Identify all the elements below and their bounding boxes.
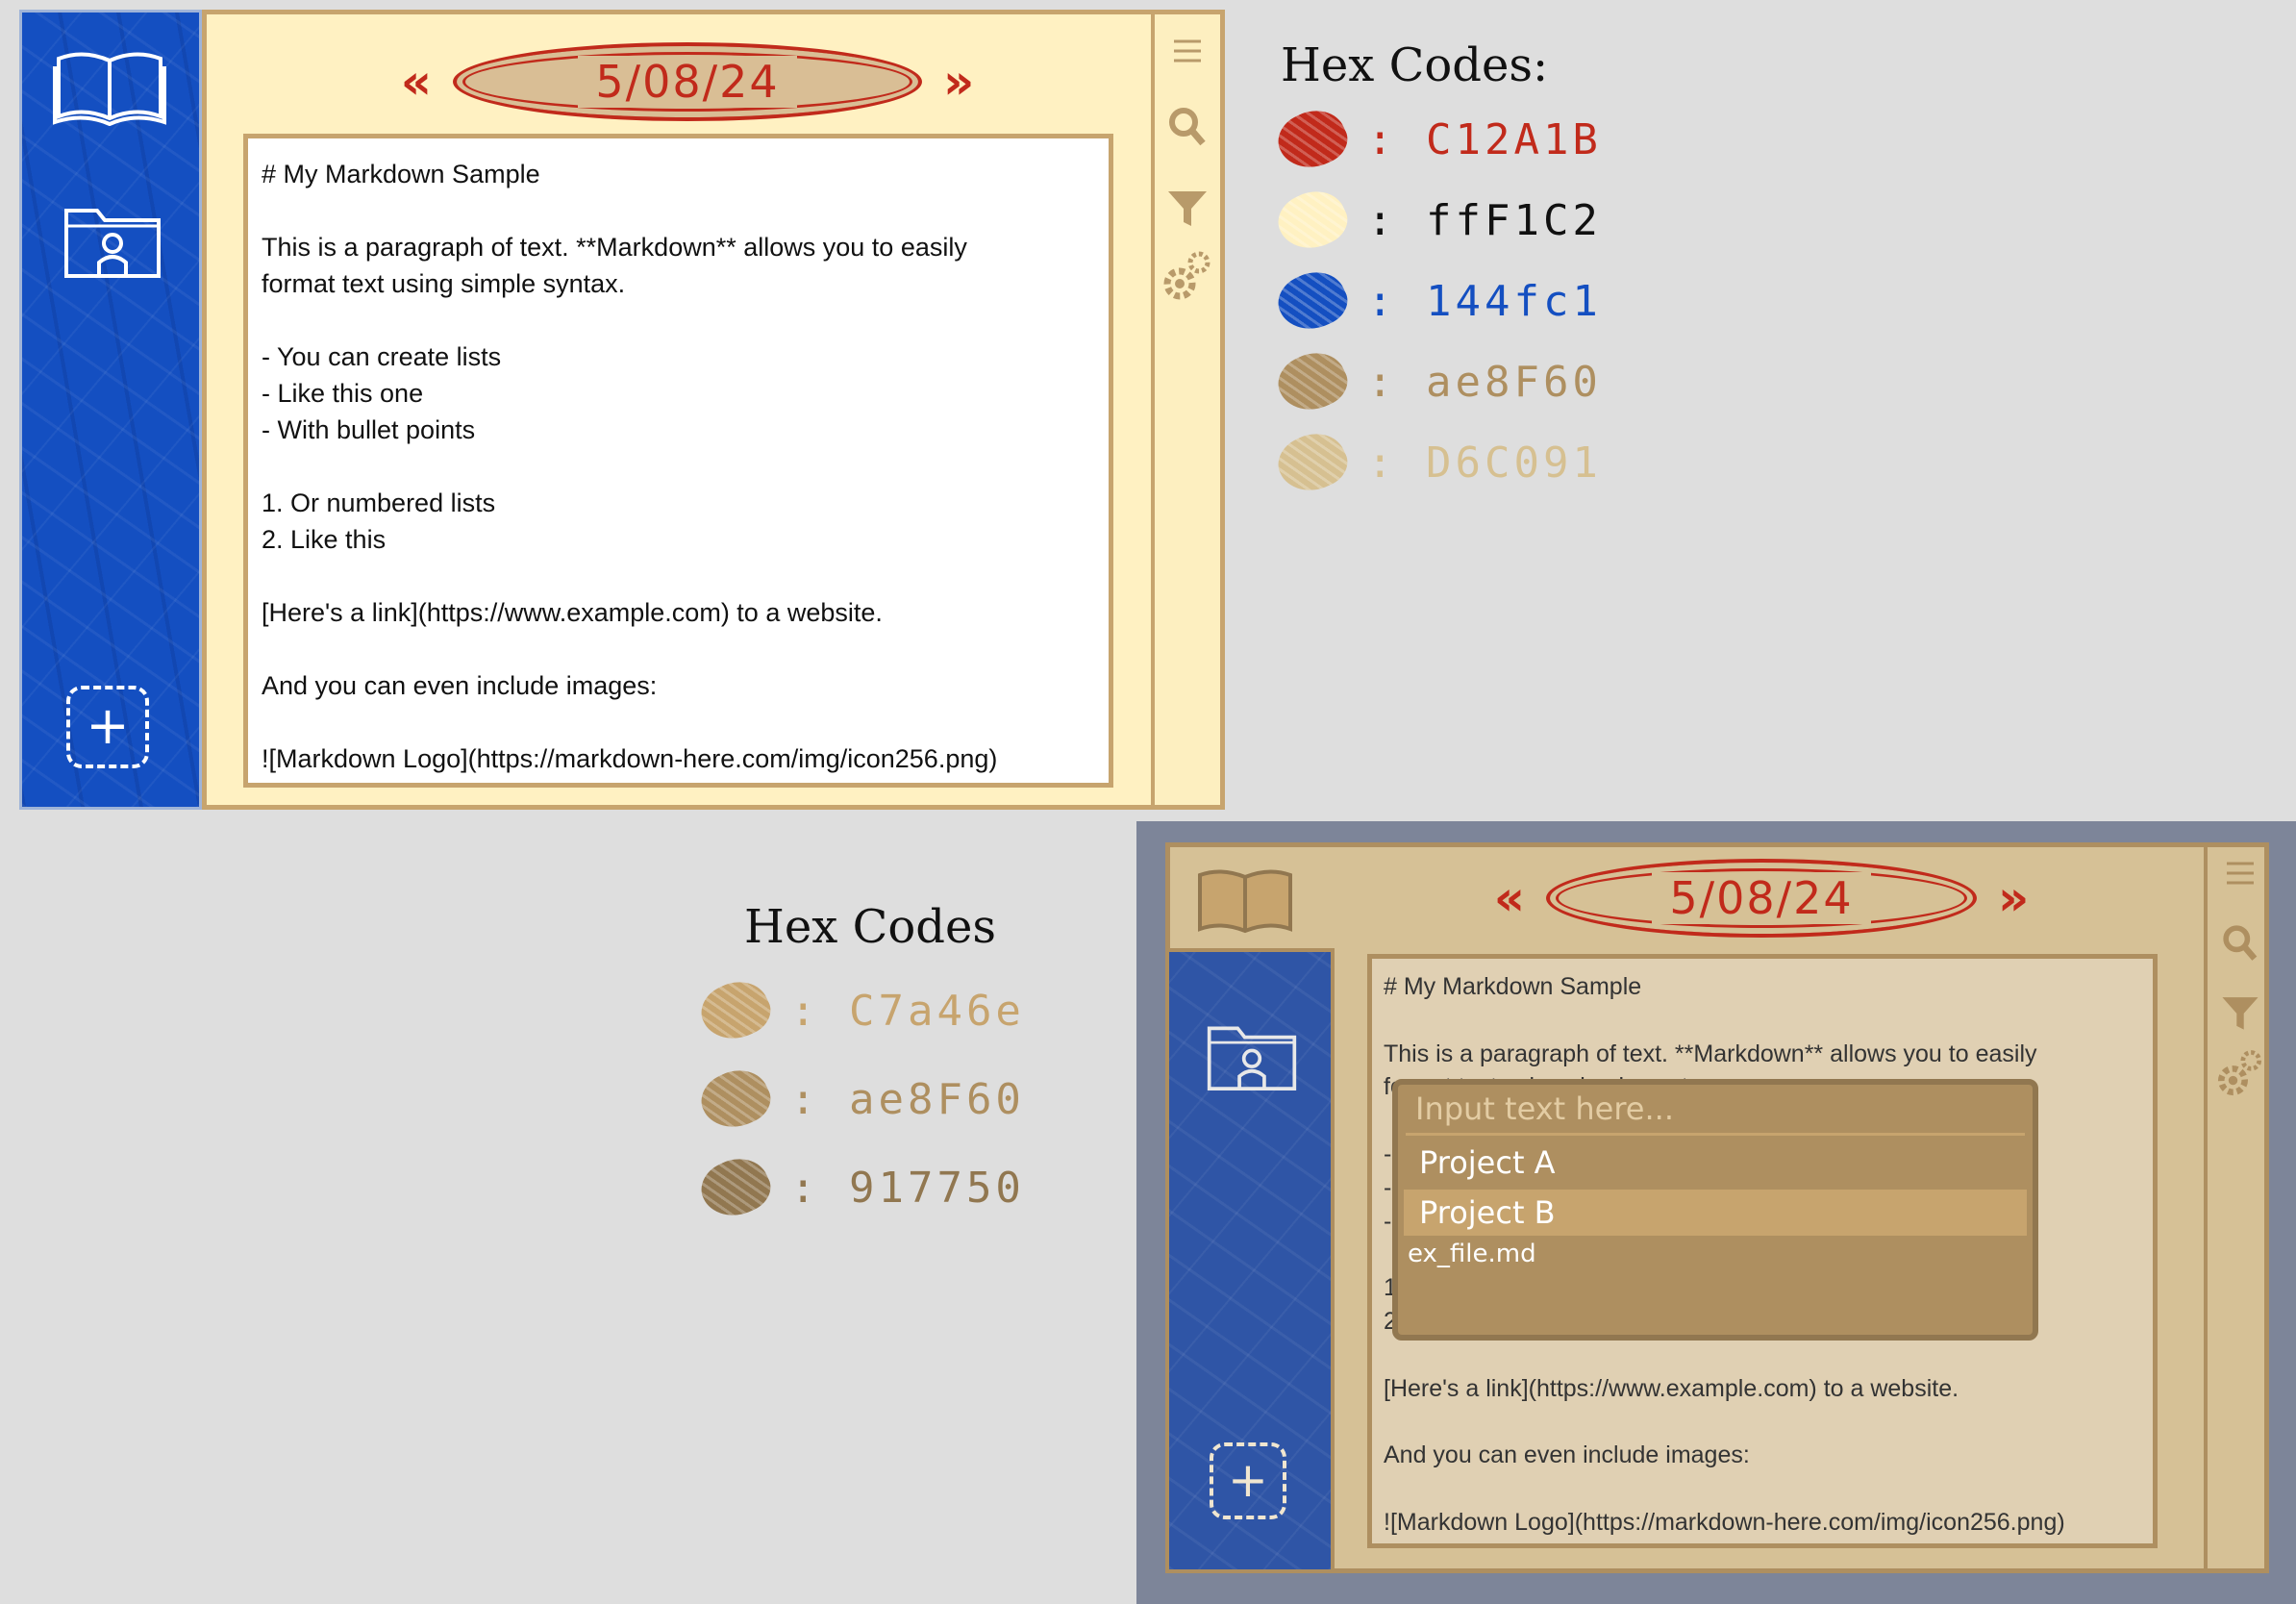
editor-panel: « 5/08/24 » # My Markdown Sample This is … xyxy=(202,10,1225,810)
doc-line: - With bullet points xyxy=(262,415,476,444)
doc-line xyxy=(262,704,1095,740)
hex-code-label: : C7a46e xyxy=(790,986,1025,1036)
doc-line xyxy=(1384,1472,2141,1506)
color-swatch xyxy=(1270,261,1355,341)
doc-line xyxy=(1384,1405,2141,1439)
dark-mockup: + « 5/08/24 » # My Markdown Sample This i… xyxy=(1165,842,2269,1573)
prev-date-button[interactable]: « xyxy=(380,54,453,110)
doc-line: And you can even include images: xyxy=(262,671,658,700)
settings-icon[interactable] xyxy=(1155,245,1220,309)
project-dropdown[interactable]: Input text here... Project A Project B e… xyxy=(1392,1079,2038,1341)
book-icon[interactable] xyxy=(1194,864,1296,940)
settings-icon[interactable] xyxy=(2208,1044,2273,1104)
hex-swatch-row: : ae8F60 xyxy=(1270,341,1602,422)
filter-icon[interactable] xyxy=(2208,987,2273,1037)
next-date-button[interactable]: » xyxy=(922,54,995,110)
color-swatch xyxy=(693,970,778,1051)
light-mockup: + « 5/08/24 » # My Markdown Sample This i… xyxy=(19,10,1225,810)
dropdown-item-project-a[interactable]: Project A xyxy=(1404,1140,2027,1186)
hex-code-label: : C12A1B xyxy=(1367,114,1602,164)
doc-line: This is a paragraph of text. **Markdown*… xyxy=(262,233,967,262)
menu-icon[interactable] xyxy=(1155,32,1220,70)
toolbar xyxy=(2204,842,2269,1573)
color-swatch xyxy=(1270,99,1355,180)
doc-line xyxy=(262,448,1095,485)
dropdown-item-project-b[interactable]: Project B xyxy=(1404,1190,2027,1236)
hex-code-label: : D6C091 xyxy=(1367,438,1602,488)
doc-line: 2. Like this xyxy=(262,525,387,554)
book-icon[interactable] xyxy=(53,45,166,126)
doc-line: format text using simple syntax. xyxy=(262,269,626,298)
hex-swatch-row: : ffF1C2 xyxy=(1270,180,1602,261)
color-swatch xyxy=(693,1059,778,1140)
sidebar: + xyxy=(1165,948,1335,1573)
filter-icon[interactable] xyxy=(1155,180,1220,234)
search-icon[interactable] xyxy=(1155,99,1220,153)
hex-swatch-row: : D6C091 xyxy=(1270,422,1602,503)
add-icon[interactable]: + xyxy=(66,686,149,768)
doc-line: # My Markdown Sample xyxy=(1384,973,1642,1000)
doc-line: [Here's a link](https://www.example.com)… xyxy=(262,598,883,627)
date-oval: 5/08/24 xyxy=(453,42,922,121)
doc-line xyxy=(262,631,1095,667)
doc-line: 1. Or numbered lists xyxy=(262,489,496,517)
search-icon[interactable] xyxy=(2208,917,2273,967)
doc-line: - You can create lists xyxy=(262,342,502,371)
doc-line: ![Markdown Logo](https://markdown-here.c… xyxy=(1384,1508,2065,1536)
hex-code-label: : 917750 xyxy=(790,1163,1025,1213)
hex-swatch-row: : ae8F60 xyxy=(693,1059,1025,1140)
next-date-button[interactable]: » xyxy=(1977,870,2050,926)
doc-line: And you can even include images: xyxy=(1384,1441,1750,1469)
doc-line: # My Markdown Sample xyxy=(262,160,540,188)
add-icon[interactable]: + xyxy=(1210,1442,1286,1519)
date-header: « 5/08/24 » xyxy=(1454,859,2069,938)
hex-code-label: : ffF1C2 xyxy=(1367,195,1602,245)
date-oval: 5/08/24 xyxy=(1546,859,1977,938)
date-header: « 5/08/24 » xyxy=(351,42,1024,121)
hex-swatch-row: : C7a46e xyxy=(693,970,1025,1051)
doc-line xyxy=(1384,1339,2141,1372)
color-swatch xyxy=(1270,341,1355,422)
hex-code-label: : ae8F60 xyxy=(1367,357,1602,407)
user-folder-icon[interactable] xyxy=(1206,1019,1298,1092)
doc-line xyxy=(262,558,1095,594)
doc-line xyxy=(262,302,1095,338)
hex-legend-title: Hex Codes: xyxy=(1281,38,1549,92)
hex-swatch-row: : 144fc1 xyxy=(1270,261,1602,341)
menu-icon[interactable] xyxy=(2208,854,2273,892)
doc-line xyxy=(262,192,1095,229)
hex-swatch-row: : C12A1B xyxy=(1270,99,1602,180)
doc-line xyxy=(1384,1004,2141,1038)
hex-code-label: : ae8F60 xyxy=(790,1074,1025,1124)
dropdown-search-input[interactable]: Input text here... xyxy=(1406,1085,2025,1136)
hex-swatch-row: : 917750 xyxy=(693,1147,1025,1228)
doc-line: [Here's a link](https://www.example.com)… xyxy=(1384,1374,1959,1402)
markdown-document[interactable]: # My Markdown Sample This is a paragraph … xyxy=(243,134,1113,788)
doc-line: ![Markdown Logo](https://markdown-here.c… xyxy=(262,744,998,773)
doc-line: - Like this one xyxy=(262,379,424,408)
color-swatch xyxy=(1270,180,1355,261)
color-swatch xyxy=(693,1147,778,1228)
user-folder-icon[interactable] xyxy=(62,201,162,280)
color-swatch xyxy=(1270,422,1355,503)
sidebar: + xyxy=(19,10,202,810)
hex-code-label: : 144fc1 xyxy=(1367,276,1602,326)
dropdown-item-file[interactable]: ex_file.md xyxy=(1398,1240,2033,1268)
hex-legend-2-title: Hex Codes xyxy=(744,900,996,954)
doc-line: This is a paragraph of text. **Markdown*… xyxy=(1384,1040,2037,1067)
prev-date-button[interactable]: « xyxy=(1473,870,1546,926)
toolbar xyxy=(1151,14,1220,805)
date-label: 5/08/24 xyxy=(578,56,797,108)
date-label: 5/08/24 xyxy=(1652,872,1871,924)
